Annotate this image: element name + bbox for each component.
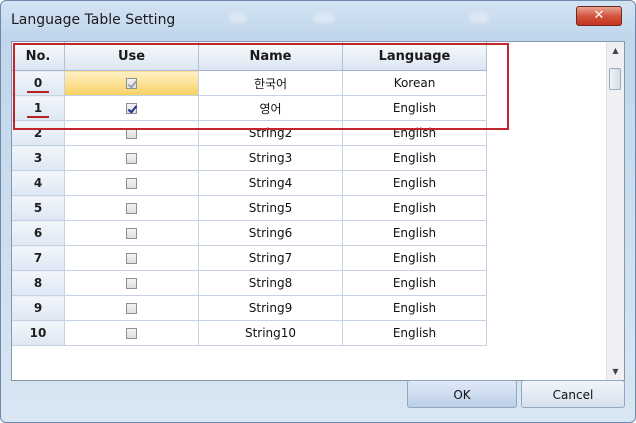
- name-cell[interactable]: String8: [198, 270, 343, 296]
- use-checkbox[interactable]: [126, 128, 137, 139]
- table-row[interactable]: 4 String4 English: [12, 170, 487, 196]
- scroll-up-icon[interactable]: ▲: [607, 42, 624, 59]
- row-number-cell[interactable]: 4: [12, 170, 65, 196]
- table-body: 0 한국어 Korean 1 영어 English 2 String2 English 3 Stri…: [12, 70, 487, 346]
- table-row[interactable]: 3 String3 English: [12, 145, 487, 171]
- use-cell[interactable]: [64, 70, 199, 96]
- name-cell[interactable]: String5: [198, 195, 343, 221]
- scroll-down-icon[interactable]: ▼: [607, 363, 624, 380]
- language-grid-panel: No. Use Name Language 0 한국어 Korean 1 영어 Engli…: [11, 41, 625, 381]
- row-number-cell[interactable]: 6: [12, 220, 65, 246]
- name-cell[interactable]: String6: [198, 220, 343, 246]
- table-row[interactable]: 1 영어 English: [12, 95, 487, 121]
- table-row[interactable]: 8 String8 English: [12, 270, 487, 296]
- language-table: No. Use Name Language 0 한국어 Korean 1 영어 Engli…: [12, 42, 487, 346]
- table-row[interactable]: 10 String10 English: [12, 320, 487, 346]
- language-cell[interactable]: English: [342, 120, 487, 146]
- ok-button[interactable]: OK: [407, 380, 517, 408]
- highlight-underline: [27, 116, 49, 118]
- name-cell[interactable]: String2: [198, 120, 343, 146]
- use-checkbox[interactable]: [126, 328, 137, 339]
- use-checkbox[interactable]: [126, 203, 137, 214]
- language-cell[interactable]: English: [342, 220, 487, 246]
- language-cell[interactable]: English: [342, 320, 487, 346]
- use-checkbox[interactable]: [126, 278, 137, 289]
- table-header-row: No. Use Name Language: [12, 42, 487, 71]
- use-checkbox[interactable]: [126, 78, 137, 89]
- use-cell[interactable]: [64, 195, 199, 221]
- scrollbar-thumb[interactable]: [609, 68, 621, 90]
- use-checkbox[interactable]: [126, 153, 137, 164]
- use-cell[interactable]: [64, 295, 199, 321]
- name-cell[interactable]: String4: [198, 170, 343, 196]
- table-row[interactable]: 0 한국어 Korean: [12, 70, 487, 96]
- use-checkbox[interactable]: [126, 178, 137, 189]
- row-number-cell[interactable]: 0: [12, 70, 65, 96]
- table-row[interactable]: 5 String5 English: [12, 195, 487, 221]
- name-cell[interactable]: 한국어: [198, 70, 343, 96]
- row-number-cell[interactable]: 7: [12, 245, 65, 271]
- use-cell[interactable]: [64, 270, 199, 296]
- table-row[interactable]: 2 String2 English: [12, 120, 487, 146]
- row-number-cell[interactable]: 9: [12, 295, 65, 321]
- use-checkbox[interactable]: [126, 103, 137, 114]
- title-bar-blur-decoration: [313, 13, 335, 23]
- name-cell[interactable]: 영어: [198, 95, 343, 121]
- use-checkbox[interactable]: [126, 253, 137, 264]
- close-button[interactable]: ✕: [576, 6, 622, 26]
- use-cell[interactable]: [64, 145, 199, 171]
- language-cell[interactable]: English: [342, 170, 487, 196]
- row-number-cell[interactable]: 2: [12, 120, 65, 146]
- title-bar-blur-decoration: [229, 13, 247, 23]
- language-table-dialog: Language Table Setting ✕ No. Use Name La…: [0, 0, 636, 423]
- use-checkbox[interactable]: [126, 303, 137, 314]
- title-bar-blur-decoration: [469, 13, 489, 23]
- language-cell[interactable]: English: [342, 295, 487, 321]
- column-header-use[interactable]: Use: [64, 42, 199, 71]
- column-header-name[interactable]: Name: [198, 42, 343, 71]
- row-number-cell[interactable]: 10: [12, 320, 65, 346]
- row-number-cell[interactable]: 3: [12, 145, 65, 171]
- cancel-button[interactable]: Cancel: [521, 380, 625, 408]
- table-row[interactable]: 7 String7 English: [12, 245, 487, 271]
- use-cell[interactable]: [64, 95, 199, 121]
- language-cell[interactable]: English: [342, 195, 487, 221]
- highlight-underline: [27, 91, 49, 93]
- title-bar[interactable]: Language Table Setting ✕: [1, 1, 635, 41]
- use-cell[interactable]: [64, 170, 199, 196]
- column-header-language[interactable]: Language: [342, 42, 487, 71]
- language-cell[interactable]: English: [342, 145, 487, 171]
- use-cell[interactable]: [64, 245, 199, 271]
- name-cell[interactable]: String7: [198, 245, 343, 271]
- language-cell[interactable]: Korean: [342, 70, 487, 96]
- use-cell[interactable]: [64, 120, 199, 146]
- use-checkbox[interactable]: [126, 228, 137, 239]
- name-cell[interactable]: String9: [198, 295, 343, 321]
- table-row[interactable]: 9 String9 English: [12, 295, 487, 321]
- table-row[interactable]: 6 String6 English: [12, 220, 487, 246]
- row-number-cell[interactable]: 5: [12, 195, 65, 221]
- use-cell[interactable]: [64, 320, 199, 346]
- language-cell[interactable]: English: [342, 245, 487, 271]
- language-cell[interactable]: English: [342, 95, 487, 121]
- close-icon: ✕: [593, 8, 605, 23]
- use-cell[interactable]: [64, 220, 199, 246]
- name-cell[interactable]: String10: [198, 320, 343, 346]
- name-cell[interactable]: String3: [198, 145, 343, 171]
- vertical-scrollbar[interactable]: ▲ ▼: [606, 42, 624, 380]
- column-header-no[interactable]: No.: [12, 42, 65, 71]
- row-number-cell[interactable]: 1: [12, 95, 65, 121]
- row-number-cell[interactable]: 8: [12, 270, 65, 296]
- dialog-title: Language Table Setting: [11, 12, 176, 28]
- language-cell[interactable]: English: [342, 270, 487, 296]
